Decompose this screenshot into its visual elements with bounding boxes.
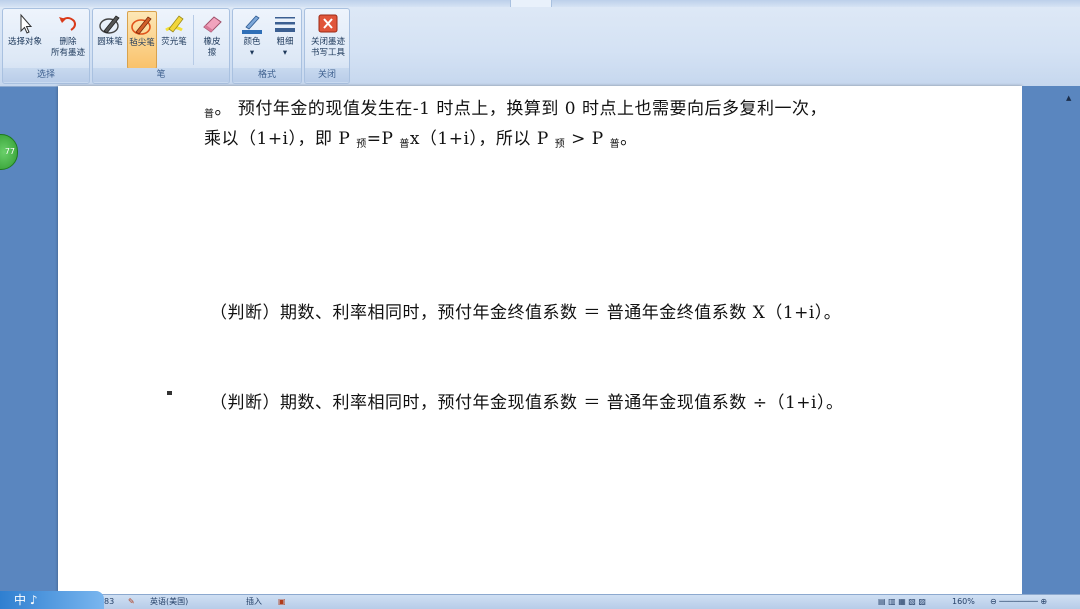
undo-ink-icon: [59, 17, 76, 31]
status-language[interactable]: 英语(美国): [150, 595, 188, 609]
group-pen: 圆珠笔 毡尖笔 荧光笔 橡皮 擦 笔: [92, 8, 230, 84]
right-margin-area: [1022, 86, 1080, 594]
ime-indicator[interactable]: 中 ♪: [0, 591, 104, 609]
doc-line-2-d: > P: [565, 129, 610, 149]
color-button[interactable]: 颜色 ▾: [236, 11, 268, 69]
felt-tip-pen-icon: [131, 16, 152, 35]
thickness-label: 粗细: [276, 37, 294, 47]
arrow-cursor-icon: [20, 13, 33, 34]
ballpoint-pen-label: 圆珠笔: [97, 37, 123, 47]
close-ink-tools-label: 关闭墨迹 书写工具: [310, 37, 345, 58]
doc-line-2-c: x（1+i），所以 P: [409, 129, 555, 149]
status-zoom[interactable]: 160%: [952, 595, 975, 609]
group-select: 选择对象 删除 所有墨迹 选择: [2, 8, 90, 84]
doc-line-1: 普。 预付年金的现值发生在-1 时点上，换算到 0 时点上也需要向后多复利一次，: [204, 94, 827, 120]
spellcheck-icon[interactable]: ✎: [128, 595, 135, 609]
document-page[interactable]: 普。 预付年金的现值发生在-1 时点上，换算到 0 时点上也需要向后多复利一次，…: [58, 86, 1022, 608]
pen-separator: [193, 15, 194, 65]
group-close-label: 关闭: [305, 68, 349, 82]
felt-tip-pen-button[interactable]: 毡尖笔: [127, 11, 157, 69]
status-bar: 中 ♪ 83 ✎ 英语(美国) 插入 ▣ ▤ ▥ ▦ ▧ ▨ 160% ⊖ ──…: [0, 591, 1080, 609]
doc-line-2: 乘以（1+i），即 P 预=P 普x（1+i），所以 P 预 > P 普。: [204, 124, 638, 150]
status-page[interactable]: 83: [104, 595, 114, 609]
view-buttons-icon[interactable]: ▤ ▥ ▦ ▧ ▨: [878, 595, 926, 609]
doc-line-2-sub-2: 普: [399, 139, 410, 150]
select-object-button[interactable]: 选择对象: [5, 11, 45, 69]
eraser-icon: [203, 16, 222, 33]
thickness-button[interactable]: 粗细 ▾: [269, 11, 301, 69]
doc-line-2-a: 乘以（1+i），即 P: [204, 129, 357, 149]
close-ink-tools-button[interactable]: 关闭墨迹 书写工具: [307, 11, 349, 69]
highlighter-button[interactable]: 荧光笔: [159, 11, 189, 69]
group-format-label: 格式: [233, 68, 301, 82]
doc-line-2-sub-3: 预: [554, 139, 566, 150]
thickness-dropdown-icon[interactable]: ▾: [269, 48, 301, 59]
status-insert-mode[interactable]: 插入: [246, 595, 262, 609]
color-dropdown-icon[interactable]: ▾: [236, 48, 268, 59]
group-close: 关闭墨迹 书写工具 关闭: [304, 8, 350, 84]
group-pen-label: 笔: [93, 68, 229, 82]
eraser-button[interactable]: 橡皮 擦: [197, 11, 227, 69]
zoom-slider[interactable]: ⊖ ──────── ⊕: [990, 595, 1047, 609]
ballpoint-pen-icon: [99, 15, 120, 34]
doc-line-1-text: 。 预付年金的现值发生在-1 时点上，换算到 0 时点上也需要向后多复利一次，: [214, 99, 827, 119]
group-select-label: 选择: [3, 68, 89, 82]
delete-all-ink-label: 删除 所有墨迹: [50, 37, 85, 58]
scroll-marker-icon: ▲: [1066, 94, 1072, 102]
ribbon: 选择对象 删除 所有墨迹 选择 圆珠笔 毡尖笔 荧光笔 橡皮 擦 笔 颜色 ▾ …: [0, 0, 1080, 87]
ballpoint-pen-button[interactable]: 圆珠笔: [95, 11, 125, 69]
macro-icon[interactable]: ▣: [278, 595, 286, 609]
color-icon: [242, 15, 262, 34]
doc-line-4: （判断）期数、利率相同时，预付年金现值系数 ＝ 普通年金现值系数 ÷（1+i）。: [210, 393, 844, 413]
close-icon: [318, 14, 338, 33]
ribbon-tab[interactable]: [510, 0, 552, 7]
text-cursor-mark: [167, 391, 172, 395]
side-badge[interactable]: 77: [0, 134, 18, 170]
doc-line-1-sub: 普: [204, 109, 215, 120]
doc-line-2-b: =P: [366, 129, 400, 149]
delete-all-ink-button[interactable]: 删除 所有墨迹: [47, 11, 89, 69]
thickness-icon: [275, 17, 295, 32]
doc-line-3: （判断）期数、利率相同时，预付年金终值系数 ＝ 普通年金终值系数 X（1+i）。: [210, 303, 842, 323]
eraser-label: 橡皮 擦: [203, 37, 221, 58]
highlighter-label: 荧光笔: [161, 37, 187, 47]
doc-line-2-sub-4: 普: [609, 139, 621, 150]
felt-tip-pen-label: 毡尖笔: [129, 38, 155, 48]
select-object-label: 选择对象: [7, 37, 42, 47]
color-label: 颜色: [243, 37, 261, 47]
doc-line-2-e: 。: [620, 129, 638, 149]
doc-line-2-sub-1: 预: [356, 139, 367, 150]
group-format: 颜色 ▾ 粗细 ▾ 格式: [232, 8, 302, 84]
highlighter-icon: [165, 15, 184, 33]
